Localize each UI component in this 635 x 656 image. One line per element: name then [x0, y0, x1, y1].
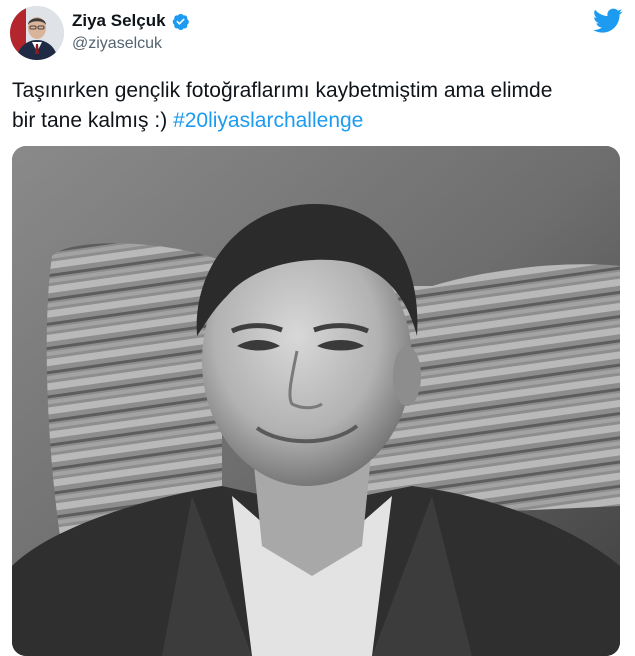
tweet-text-line-2: bir tane kalmış :) #20liyaslarchallenge [12, 106, 622, 136]
author-handle[interactable]: @ziyaselcuk [72, 35, 162, 53]
author-name-row: Ziya Selçuk [72, 10, 190, 32]
avatar-image [10, 6, 64, 60]
hashtag-link[interactable]: #20liyaslarchallenge [173, 109, 363, 132]
twitter-bird-icon[interactable] [592, 8, 623, 34]
tweet-text-line-1: Taşınırken gençlik fotoğraflarımı kaybet… [12, 79, 553, 102]
avatar[interactable] [10, 6, 64, 60]
photo-illustration [12, 146, 620, 656]
tweet-text: Taşınırken gençlik fotoğraflarımı kaybet… [12, 76, 622, 136]
tweet-text-line-2-prefix: bir tane kalmış :) [12, 109, 174, 132]
author-display-name[interactable]: Ziya Selçuk [72, 11, 166, 31]
tweet-photo[interactable] [12, 146, 620, 656]
verified-badge-icon [171, 12, 190, 31]
tweet-card: Ziya Selçuk @ziyaselcuk Taşınırken gençl… [0, 0, 635, 656]
